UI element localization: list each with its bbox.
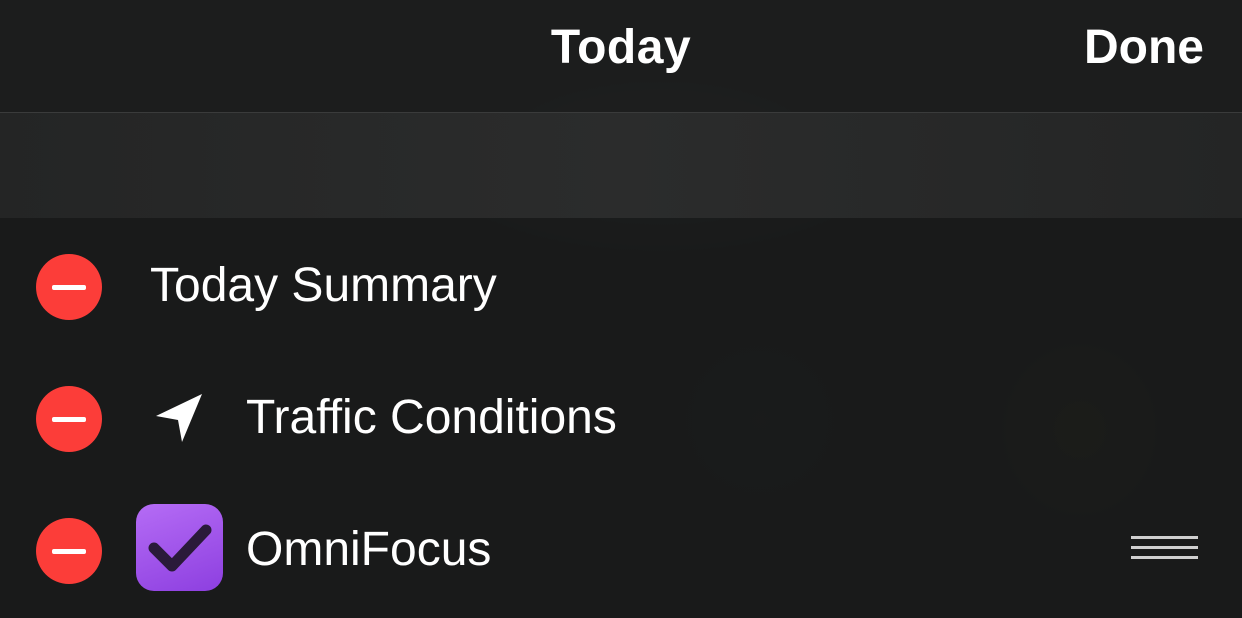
list-item-today-summary: Today Summary: [0, 218, 1242, 348]
widget-label: OmniFocus: [246, 523, 492, 576]
widget-label: Today Summary: [150, 259, 497, 312]
reorder-handle-icon[interactable]: [1131, 536, 1198, 562]
omnifocus-app-icon: [136, 504, 223, 591]
page-title: Today: [550, 21, 692, 74]
checkmark-icon: [148, 524, 212, 572]
location-arrow-icon: [156, 394, 202, 442]
done-button[interactable]: Done: [1084, 20, 1204, 75]
widget-label: Traffic Conditions: [246, 391, 617, 444]
delete-minus-button[interactable]: [36, 254, 102, 320]
header-band: [0, 113, 1242, 218]
widget-list: Today Summary Traffic Conditions OmniFoc…: [0, 218, 1242, 618]
delete-minus-button[interactable]: [36, 386, 102, 452]
list-item-omnifocus: OmniFocus: [0, 484, 1242, 614]
navigation-bar: Today Done: [0, 0, 1242, 113]
list-item-traffic-conditions: Traffic Conditions: [0, 350, 1242, 480]
delete-minus-button[interactable]: [36, 518, 102, 584]
